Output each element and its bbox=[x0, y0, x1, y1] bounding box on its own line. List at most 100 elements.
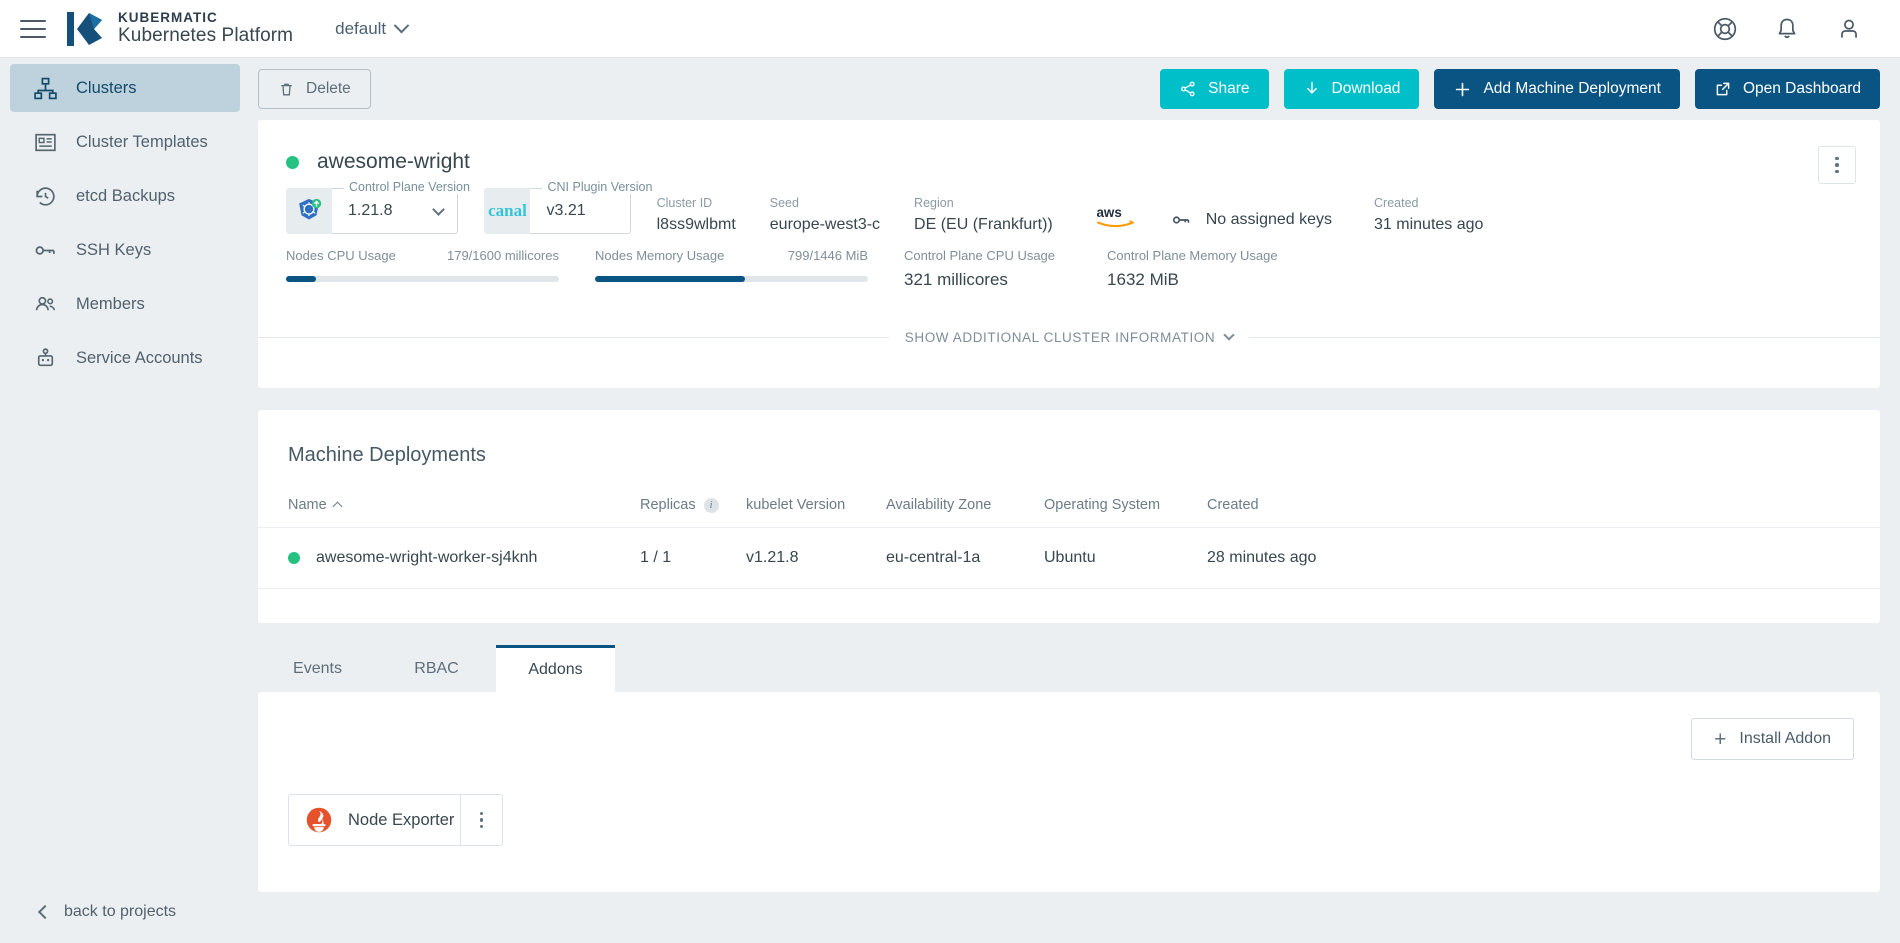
clusters-icon bbox=[32, 75, 58, 101]
show-additional-info-label: SHOW ADDITIONAL CLUSTER INFORMATION bbox=[905, 330, 1216, 345]
download-icon bbox=[1303, 80, 1321, 98]
trash-icon bbox=[278, 81, 295, 98]
control-plane-version-value: 1.21.8 bbox=[348, 202, 392, 220]
action-toolbar: Delete Share Download bbox=[250, 58, 1900, 120]
tab-addons[interactable]: Addons bbox=[496, 645, 615, 692]
table-row[interactable]: awesome-wright-worker-sj4knh 1 / 1 v1.21… bbox=[258, 527, 1880, 589]
open-dashboard-button[interactable]: Open Dashboard bbox=[1695, 69, 1880, 109]
ssh-keys-value: No assigned keys bbox=[1206, 211, 1332, 229]
add-machine-deployment-button[interactable]: Add Machine Deployment bbox=[1434, 69, 1680, 109]
sidebar-item-label: etcd Backups bbox=[76, 187, 175, 206]
addon-item[interactable]: Node Exporter bbox=[288, 794, 503, 846]
app-logo[interactable]: KUBERMATIC Kubernetes Platform bbox=[64, 10, 293, 48]
column-header-name[interactable]: Name bbox=[288, 497, 640, 513]
nodes-cpu-value: 179/1600 millicores bbox=[447, 248, 559, 263]
show-additional-info-row: SHOW ADDITIONAL CLUSTER INFORMATION bbox=[258, 314, 1880, 360]
cluster-header: awesome-wright bbox=[258, 120, 1880, 174]
machine-deployment-name: awesome-wright-worker-sj4knh bbox=[316, 549, 537, 567]
cluster-name: awesome-wright bbox=[317, 150, 470, 174]
back-to-projects-link[interactable]: back to projects bbox=[0, 903, 250, 921]
info-icon[interactable]: i bbox=[704, 498, 719, 513]
etcd-backups-icon bbox=[32, 183, 58, 209]
divider-left bbox=[258, 337, 889, 338]
cell-operating-system: Ubuntu bbox=[1044, 549, 1207, 567]
control-plane-version-label: Control Plane Version bbox=[344, 180, 475, 194]
seed-value: europe-west3-c bbox=[770, 216, 880, 234]
cluster-options-menu[interactable] bbox=[1818, 146, 1856, 184]
control-plane-version-box: Control Plane Version 1.21.8 bbox=[332, 188, 458, 234]
cni-plugin-version-label: CNI Plugin Version bbox=[542, 180, 657, 194]
column-header-created: Created bbox=[1207, 497, 1387, 513]
sidebar-item-service-accounts[interactable]: Service Accounts bbox=[10, 334, 240, 382]
install-addon-button[interactable]: + Install Addon bbox=[1691, 718, 1854, 760]
install-addon-row: + Install Addon bbox=[258, 692, 1880, 760]
nodes-cpu-label: Nodes CPU Usage bbox=[286, 248, 396, 263]
plus-icon: + bbox=[1714, 729, 1726, 750]
members-icon bbox=[32, 291, 58, 317]
seed-item: Seed europe-west3-c bbox=[770, 196, 880, 234]
seed-label: Seed bbox=[770, 196, 880, 210]
project-name: default bbox=[335, 19, 386, 39]
download-label: Download bbox=[1332, 80, 1401, 98]
primary-actions: Share Download Add Machine Deployment bbox=[1160, 69, 1880, 109]
cluster-id-value: l8ss9wlbmt bbox=[657, 216, 736, 234]
nodes-cpu-bar-track bbox=[286, 276, 559, 282]
tab-rbac[interactable]: RBAC bbox=[377, 645, 496, 692]
tab-label: Addons bbox=[528, 661, 582, 679]
account-icon[interactable] bbox=[1836, 16, 1862, 42]
nodes-memory-bar-track bbox=[595, 276, 868, 282]
add-machine-deployment-label: Add Machine Deployment bbox=[1483, 80, 1661, 98]
sidebar-item-label: SSH Keys bbox=[76, 241, 151, 260]
menu-icon[interactable] bbox=[20, 20, 46, 38]
help-icon[interactable] bbox=[1712, 16, 1738, 42]
ssh-keys-item: No assigned keys bbox=[1171, 209, 1332, 231]
nodes-memory-value: 799/1446 MiB bbox=[788, 248, 868, 263]
top-bar: KUBERMATIC Kubernetes Platform default bbox=[0, 0, 1900, 58]
logo-title: KUBERMATIC bbox=[118, 10, 293, 25]
canal-icon: canal bbox=[484, 188, 530, 234]
cp-cpu-value: 321 millicores bbox=[904, 270, 1055, 290]
nodes-memory-usage: Nodes Memory Usage 799/1446 MiB bbox=[595, 248, 868, 282]
addon-name: Node Exporter bbox=[348, 811, 454, 830]
sidebar-item-cluster-templates[interactable]: Cluster Templates bbox=[10, 118, 240, 166]
control-plane-version-field[interactable]: Control Plane Version 1.21.8 bbox=[286, 188, 458, 234]
canal-logo-text: canal bbox=[488, 201, 527, 221]
sidebar-item-members[interactable]: Members bbox=[10, 280, 240, 328]
table-header: Name Replicas i kubelet Version Availabi… bbox=[258, 497, 1880, 527]
cell-kubelet-version: v1.21.8 bbox=[746, 549, 886, 567]
created-label: Created bbox=[1374, 196, 1483, 210]
chevron-left-icon bbox=[38, 905, 52, 919]
sidebar-item-label: Cluster Templates bbox=[76, 133, 208, 152]
tab-events[interactable]: Events bbox=[258, 645, 377, 692]
delete-button[interactable]: Delete bbox=[258, 69, 371, 109]
addon-options-menu[interactable] bbox=[460, 794, 502, 846]
plus-icon bbox=[1453, 80, 1472, 99]
nodes-cpu-bar-fill bbox=[286, 276, 316, 282]
sidebar-item-clusters[interactable]: Clusters bbox=[10, 64, 240, 112]
cp-cpu-label: Control Plane CPU Usage bbox=[904, 248, 1055, 263]
status-indicator bbox=[286, 156, 299, 169]
row-status-indicator bbox=[288, 552, 300, 564]
project-selector[interactable]: default bbox=[335, 19, 407, 39]
sort-ascending-icon bbox=[332, 502, 342, 512]
cell-name: awesome-wright-worker-sj4knh bbox=[288, 549, 640, 567]
prometheus-icon bbox=[305, 806, 333, 834]
chevron-down-icon[interactable] bbox=[433, 203, 446, 216]
sidebar-item-label: Service Accounts bbox=[76, 349, 203, 368]
addon-main[interactable]: Node Exporter bbox=[289, 806, 460, 834]
download-button[interactable]: Download bbox=[1284, 69, 1420, 109]
notifications-icon[interactable] bbox=[1774, 16, 1800, 42]
usage-metrics-row: Nodes CPU Usage 179/1600 millicores Node… bbox=[258, 234, 1880, 290]
show-additional-info-toggle[interactable]: SHOW ADDITIONAL CLUSTER INFORMATION bbox=[889, 330, 1250, 345]
sidebar-item-etcd-backups[interactable]: etcd Backups bbox=[10, 172, 240, 220]
nodes-memory-bar-fill bbox=[595, 276, 745, 282]
top-bar-actions bbox=[1712, 16, 1862, 42]
sidebar-item-ssh-keys[interactable]: SSH Keys bbox=[10, 226, 240, 274]
share-button[interactable]: Share bbox=[1160, 69, 1268, 109]
sidebar-item-label: Members bbox=[76, 295, 145, 314]
created-item: Created 31 minutes ago bbox=[1374, 196, 1483, 234]
column-header-operating-system: Operating System bbox=[1044, 497, 1207, 513]
chevron-down-icon bbox=[1224, 329, 1235, 340]
region-label: Region bbox=[914, 196, 1053, 210]
cp-memory-label: Control Plane Memory Usage bbox=[1107, 248, 1278, 263]
